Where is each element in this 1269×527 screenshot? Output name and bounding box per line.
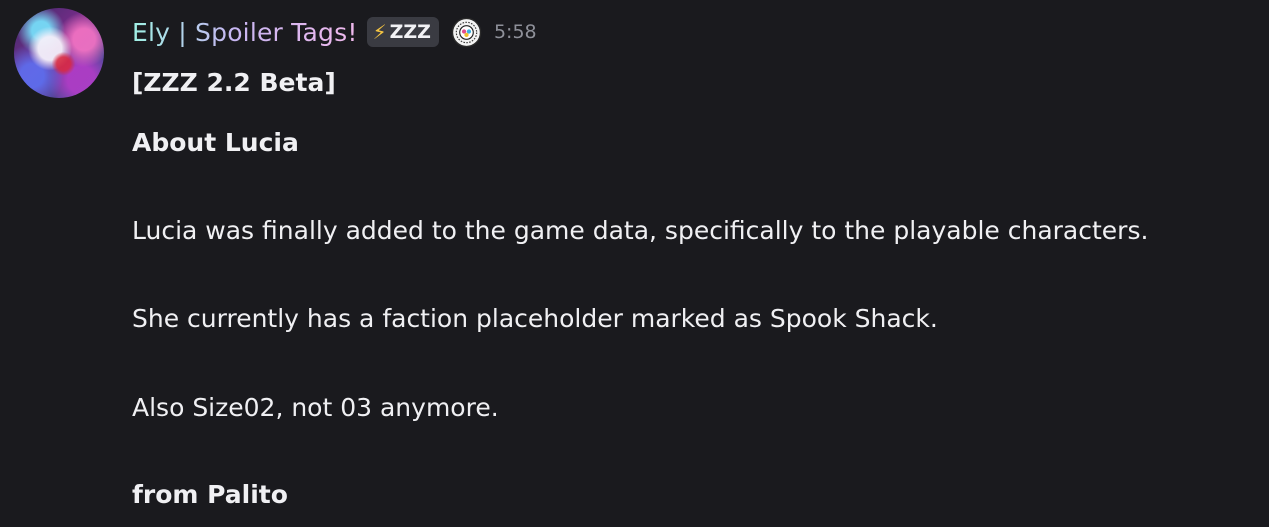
chat-message: Ely | Spoiler Tags! ⚡ ZZZ 5:58 [ZZZ 2.2 … bbox=[0, 0, 1269, 527]
message-timestamp: 5:58 bbox=[493, 21, 537, 43]
guild-tag-label: ZZZ bbox=[389, 21, 431, 43]
message-header: Ely | Spoiler Tags! ⚡ ZZZ 5:58 bbox=[132, 12, 537, 52]
message-subheading: About Lucia bbox=[132, 128, 299, 157]
user-avatar[interactable] bbox=[14, 8, 104, 98]
username[interactable]: Ely | Spoiler Tags! bbox=[132, 18, 358, 47]
message-paragraph: Lucia was finally added to the game data… bbox=[132, 216, 1149, 245]
message-credit: from Palito bbox=[132, 480, 288, 509]
guild-tag[interactable]: ⚡ ZZZ bbox=[366, 17, 439, 47]
message-heading: [ZZZ 2.2 Beta] bbox=[132, 68, 336, 97]
circular-badge-icon[interactable] bbox=[451, 17, 482, 48]
message-paragraph: She currently has a faction placeholder … bbox=[132, 304, 938, 333]
lightning-bolt-icon: ⚡ bbox=[372, 20, 387, 44]
message-paragraph: Also Size02, not 03 anymore. bbox=[132, 393, 499, 422]
